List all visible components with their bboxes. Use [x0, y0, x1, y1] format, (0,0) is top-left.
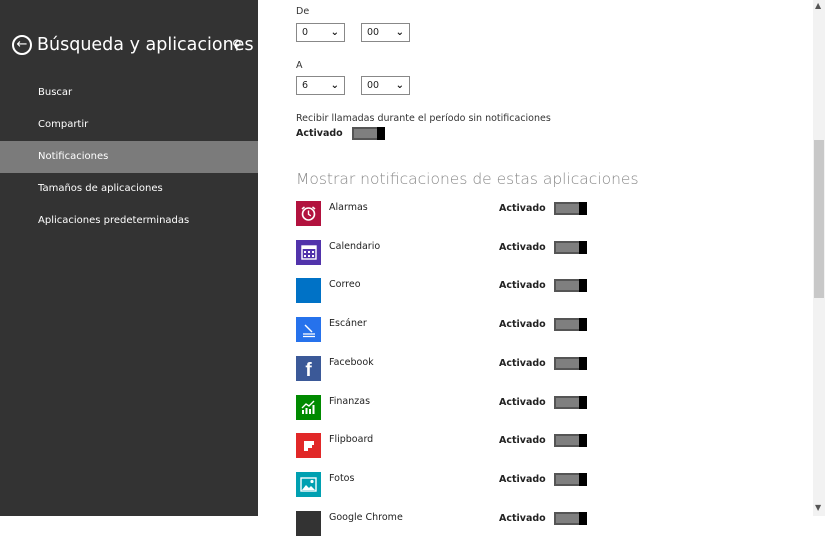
- calls-toggle[interactable]: [352, 127, 385, 140]
- toggle-knob: [579, 279, 587, 292]
- to-label: A: [296, 60, 303, 71]
- chrome-icon: [296, 511, 321, 536]
- to-hour-value: 6: [302, 80, 309, 91]
- app-name: Google Chrome: [329, 512, 403, 523]
- app-state: Activado: [499, 513, 546, 524]
- app-notification-toggle[interactable]: [554, 279, 587, 292]
- app-notification-toggle[interactable]: [554, 241, 587, 254]
- scroll-up-icon[interactable]: ▲: [815, 1, 821, 10]
- chevron-down-icon: ⌄: [395, 80, 404, 91]
- app-row: Calendario Activado: [296, 240, 596, 267]
- app-name: Correo: [329, 279, 361, 290]
- app-notification-toggle[interactable]: [554, 396, 587, 409]
- toggle-knob: [579, 473, 587, 486]
- app-notification-toggle[interactable]: [554, 473, 587, 486]
- toggle-knob: [579, 241, 587, 254]
- scroll-down-icon[interactable]: ▼: [815, 503, 821, 512]
- app-state: Activado: [499, 358, 546, 369]
- app-row: Escáner Activado: [296, 317, 596, 344]
- page-title: Búsqueda y aplicaciones: [37, 35, 254, 55]
- calls-state: Activado: [296, 128, 343, 139]
- facebook-icon: f: [296, 356, 321, 381]
- app-row: Flipboard Activado: [296, 433, 596, 460]
- app-name: Flipboard: [329, 434, 374, 445]
- calendar-icon: [296, 240, 321, 265]
- app-notification-toggle[interactable]: [554, 357, 587, 370]
- toggle-knob: [579, 357, 587, 370]
- app-name: Escáner: [329, 318, 367, 329]
- mail-icon: [296, 278, 321, 303]
- app-name: Finanzas: [329, 396, 371, 407]
- app-state: Activado: [499, 203, 546, 214]
- main-content: De 0 ⌄ 00 ⌄ A 6 ⌄ 00 ⌄ Recibir llamadas …: [258, 0, 813, 536]
- app-row: Google Chrome Activado: [296, 511, 596, 538]
- photos-icon: [296, 472, 321, 497]
- alarm-clock-icon: [296, 201, 321, 226]
- app-state: Activado: [499, 280, 546, 291]
- back-arrow-icon[interactable]: ←: [12, 35, 32, 55]
- scrollbar[interactable]: ▲ ▼: [813, 0, 825, 516]
- sidebar-item-buscar[interactable]: Buscar: [0, 77, 258, 109]
- toggle-knob: [579, 512, 587, 525]
- from-minute-select[interactable]: 00 ⌄: [361, 23, 410, 42]
- to-minute-select[interactable]: 00 ⌄: [361, 76, 410, 95]
- apps-section-title: Mostrar notificaciones de estas aplicaci…: [296, 170, 639, 188]
- toggle-knob: [377, 127, 385, 140]
- app-row: Alarmas Activado: [296, 201, 596, 228]
- app-row: Finanzas Activado: [296, 395, 596, 422]
- from-label: De: [296, 6, 310, 17]
- app-state: Activado: [499, 474, 546, 485]
- app-notification-toggle[interactable]: [554, 512, 587, 525]
- calls-label: Recibir llamadas durante el período sin …: [296, 113, 551, 124]
- app-name: Alarmas: [329, 202, 368, 213]
- app-notification-toggle[interactable]: [554, 202, 587, 215]
- sidebar-item-notificaciones[interactable]: Notificaciones: [0, 141, 258, 173]
- toggle-knob: [579, 202, 587, 215]
- app-name: Facebook: [329, 357, 374, 368]
- from-hour-value: 0: [302, 27, 309, 38]
- chevron-down-icon: ⌄: [395, 27, 404, 38]
- to-hour-select[interactable]: 6 ⌄: [296, 76, 345, 95]
- from-minute-value: 00: [367, 27, 380, 38]
- sidebar-item-compartir[interactable]: Compartir: [0, 109, 258, 141]
- flipboard-icon: [296, 433, 321, 458]
- sidebar-item-tamanos[interactable]: Tamaños de aplicaciones: [0, 173, 258, 205]
- scanner-icon: [296, 317, 321, 342]
- app-state: Activado: [499, 242, 546, 253]
- app-notification-toggle[interactable]: [554, 318, 587, 331]
- app-notification-toggle[interactable]: [554, 434, 587, 447]
- app-row: f Facebook Activado: [296, 356, 596, 383]
- app-state: Activado: [499, 397, 546, 408]
- search-icon[interactable]: ⚲: [232, 38, 242, 53]
- to-minute-value: 00: [367, 80, 380, 91]
- toggle-knob: [579, 434, 587, 447]
- finance-chart-icon: [296, 395, 321, 420]
- chevron-down-icon: ⌄: [330, 27, 339, 38]
- from-hour-select[interactable]: 0 ⌄: [296, 23, 345, 42]
- toggle-knob: [579, 318, 587, 331]
- app-name: Fotos: [329, 473, 355, 484]
- scroll-thumb[interactable]: [814, 140, 824, 298]
- sidebar: ← Búsqueda y aplicaciones ⚲ Buscar Compa…: [0, 0, 258, 516]
- app-row: Correo Activado: [296, 278, 596, 305]
- chevron-down-icon: ⌄: [330, 80, 339, 91]
- toggle-knob: [579, 396, 587, 409]
- app-state: Activado: [499, 319, 546, 330]
- app-name: Calendario: [329, 241, 381, 252]
- sidebar-item-predeterminadas[interactable]: Aplicaciones predeterminadas: [0, 205, 258, 237]
- app-state: Activado: [499, 435, 546, 446]
- app-row: Fotos Activado: [296, 472, 596, 499]
